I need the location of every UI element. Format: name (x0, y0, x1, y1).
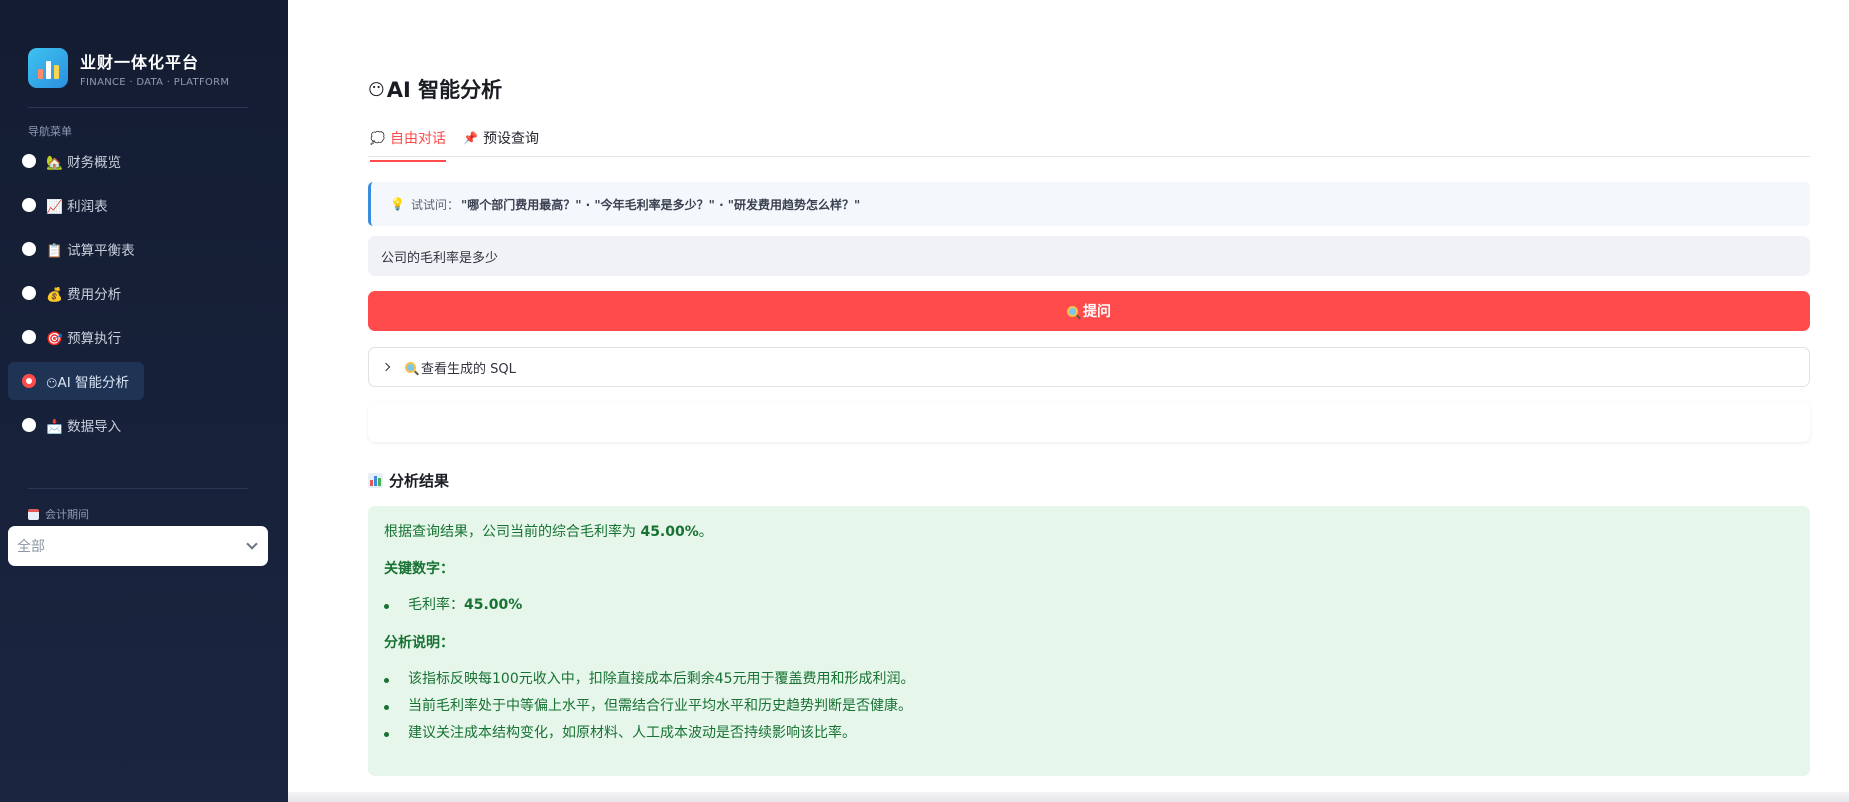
hint-prefix: 试试问： (410, 197, 459, 212)
chevron-down-icon (246, 538, 258, 550)
list-item: 建议关注成本结构变化，如原材料、人工成本波动是否持续影响该比率。 (384, 720, 1794, 747)
pin-icon: 📌 (463, 131, 478, 145)
sidebar-item-label: 🏡 财务概览 (46, 155, 122, 171)
result-intro: 根据查询结果，公司当前的综合毛利率为 45.00%。 (384, 524, 713, 540)
nav-menu: 🏡 财务概览 📈 利润表 📋 试算平衡表 💰 费用分析 🎯 预算执行 😶AI 智… (8, 142, 288, 450)
search-icon (405, 361, 416, 373)
radio-button[interactable] (22, 418, 36, 432)
sql-expander[interactable]: 查看生成的 SQL (368, 347, 1810, 387)
radio-button-selected[interactable] (22, 374, 36, 388)
period-select-value: 全部 (17, 539, 45, 555)
hint-box: 💡 试试问： "哪个部门费用最高？" · "今年毛利率是多少？" · "研发费用… (368, 182, 1810, 226)
sidebar-item-label: 🎯 预算执行 (46, 331, 122, 347)
sidebar-item-label: 💰 费用分析 (46, 287, 122, 303)
tab-preset-query[interactable]: 📌 预设查询 (463, 128, 539, 148)
tab-bar: 💭 自由对话 📌 预设查询 (368, 124, 1810, 162)
sidebar-item-label: 😶AI 智能分析 (46, 375, 129, 391)
brand-title: 业财一体化平台 (80, 52, 200, 72)
explanation-list: 该指标反映每100元收入中，扣除直接成本后剩余45元用于覆盖费用和形成利润。 当… (384, 666, 1794, 747)
key-numbers-heading: 关键数字： (384, 561, 454, 577)
sidebar-divider (28, 488, 248, 489)
robot-face-icon: 😶 (46, 377, 58, 390)
sidebar-item-overview[interactable]: 🏡 财务概览 (8, 142, 144, 180)
sidebar-divider (28, 107, 248, 108)
list-item: 毛利率：45.00% (384, 592, 1794, 619)
ask-button[interactable]: 提问 (368, 291, 1810, 331)
empty-output-container (368, 402, 1810, 442)
nav-heading: 导航菜单 (28, 125, 72, 138)
brand-subtitle: FINANCE · DATA · PLATFORM (80, 76, 230, 88)
period-select[interactable]: 全部 (8, 526, 268, 566)
robot-face-icon: 😶 (368, 79, 385, 99)
key-numbers-list: 毛利率：45.00% (384, 592, 1794, 619)
sidebar-item-label: 📋 试算平衡表 (46, 243, 135, 259)
sidebar-item-ai-analysis[interactable]: 😶AI 智能分析 (8, 362, 144, 400)
result-box: 根据查询结果，公司当前的综合毛利率为 45.00%。 关键数字： 毛利率：45.… (368, 506, 1810, 776)
sidebar: 业财一体化平台 FINANCE · DATA · PLATFORM 导航菜单 🏡… (0, 0, 288, 802)
sidebar-item-label: 📈 利润表 (46, 199, 108, 215)
explanation-heading: 分析说明： (384, 635, 454, 651)
sidebar-item-income-statement[interactable]: 📈 利润表 (8, 186, 144, 224)
question-input[interactable] (368, 236, 1810, 276)
sidebar-item-trial-balance[interactable]: 📋 试算平衡表 (8, 230, 144, 268)
brand: 业财一体化平台 FINANCE · DATA · PLATFORM (28, 48, 229, 88)
radio-button[interactable] (22, 286, 36, 300)
sidebar-item-label: 📩 数据导入 (46, 419, 122, 435)
list-item: 当前毛利率处于中等偏上水平，但需结合行业平均水平和历史趋势判断是否健康。 (384, 693, 1794, 720)
result-heading: 分析结果 (368, 470, 449, 491)
bottom-scroll-edge (288, 792, 1849, 802)
bar-chart-icon (368, 473, 383, 488)
sidebar-item-data-import[interactable]: 📩 数据导入 (8, 406, 144, 444)
light-bulb-icon: 💡 (390, 197, 405, 211)
bar-chart-logo-icon (28, 48, 68, 88)
tab-free-chat[interactable]: 💭 自由对话 (370, 128, 446, 162)
radio-button[interactable] (22, 154, 36, 168)
speech-bubble-icon: 💭 (370, 131, 385, 145)
page-title: 😶 AI 智能分析 (368, 78, 503, 102)
sidebar-item-expense-analysis[interactable]: 💰 费用分析 (8, 274, 144, 312)
calendar-icon (28, 508, 39, 520)
main-panel: 😶 AI 智能分析 💭 自由对话 📌 预设查询 💡 试试问： "哪个部门费用最高… (288, 0, 1849, 802)
app-window: 业财一体化平台 FINANCE · DATA · PLATFORM 导航菜单 🏡… (0, 0, 1849, 802)
radio-button[interactable] (22, 242, 36, 256)
chevron-right-icon (381, 362, 391, 372)
search-icon (1067, 305, 1078, 317)
list-item: 该指标反映每100元收入中，扣除直接成本后剩余45元用于覆盖费用和形成利润。 (384, 666, 1794, 693)
period-label: 会计期间 (28, 506, 89, 522)
radio-button[interactable] (22, 330, 36, 344)
sidebar-item-budget[interactable]: 🎯 预算执行 (8, 318, 144, 356)
radio-button[interactable] (22, 198, 36, 212)
hint-examples: "哪个部门费用最高？" · "今年毛利率是多少？" · "研发费用趋势怎么样？" (460, 197, 861, 212)
